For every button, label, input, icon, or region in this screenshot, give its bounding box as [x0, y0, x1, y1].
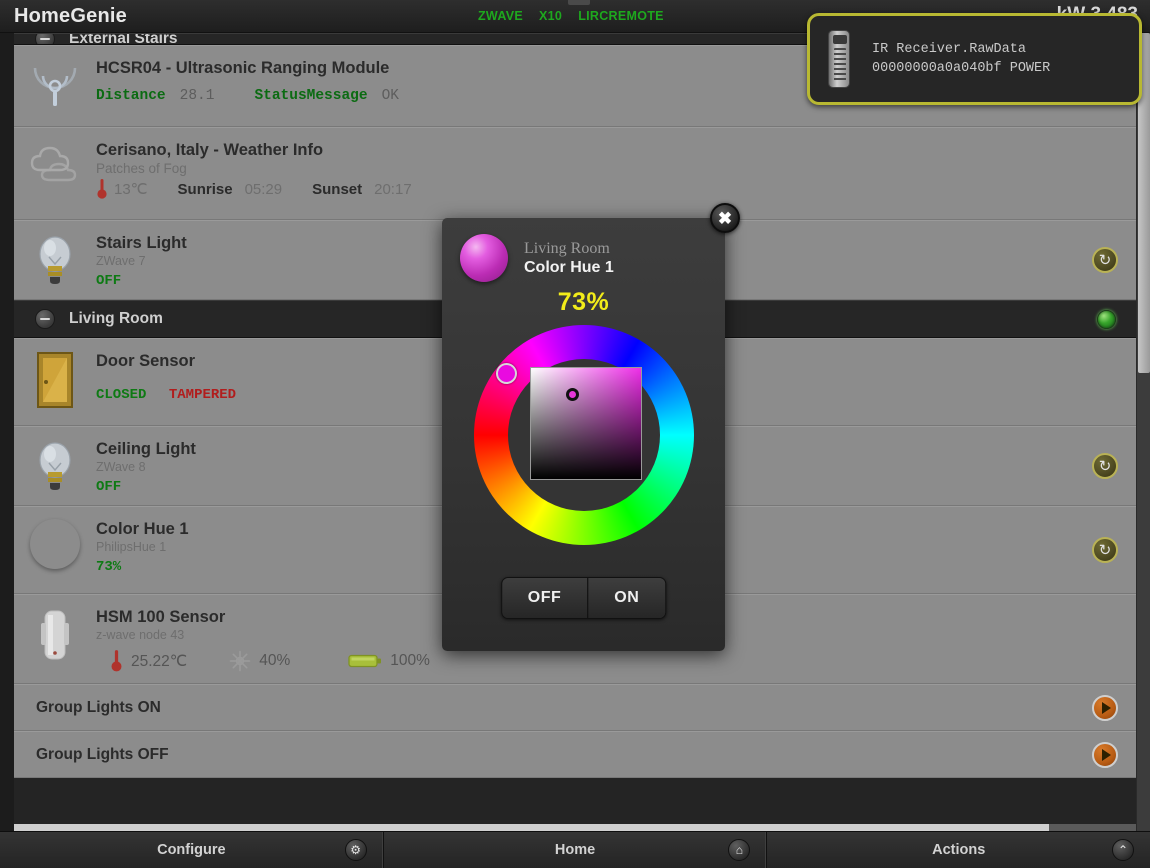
sunrise-label: Sunrise [178, 181, 233, 198]
left-rail [0, 33, 14, 831]
remote-control-icon [828, 30, 850, 88]
sunrise-time: 05:29 [245, 181, 283, 198]
nav-configure[interactable]: Configure ⚙ [0, 832, 384, 868]
bottom-navigation: Configure ⚙ Home ⌂ Actions ⌃ [0, 831, 1150, 868]
module-title: Cerisano, Italy - Weather Info [96, 140, 1136, 160]
scrollbar-thumb-horizontal[interactable] [14, 824, 1049, 831]
collapse-icon[interactable] [35, 309, 55, 329]
collapse-icon[interactable] [35, 33, 55, 45]
hsm-sensor-icon [14, 605, 96, 665]
ir-notification-text: IR Receiver.RawData 00000000a0a040bf POW… [872, 40, 1050, 78]
close-icon[interactable]: ✖ [710, 203, 740, 233]
luminance-metric: 40% [229, 650, 290, 672]
weather-metrics: 13℃ Sunrise 05:29 Sunset 20:17 [96, 178, 1136, 200]
thermometer-icon [110, 649, 123, 673]
refresh-button[interactable]: ↻ [1092, 537, 1118, 563]
door-icon [14, 349, 96, 409]
module-body: Cerisano, Italy - Weather Info Patches o… [96, 138, 1136, 200]
status-value: 73% [96, 559, 121, 575]
sv-cursor[interactable] [566, 388, 579, 401]
nav-label: Actions [932, 842, 985, 858]
color-wheel-picker[interactable] [474, 325, 694, 545]
alarm-value: TAMPERED [169, 387, 236, 403]
ir-line-2: 00000000a0a040bf POWER [872, 59, 1050, 78]
temperature-value: 25.22℃ [131, 652, 187, 671]
tab-nub [568, 0, 590, 5]
sensor-metrics: 25.22℃ [96, 649, 1136, 673]
lightbulb-icon [14, 231, 96, 287]
status-value: OFF [96, 479, 121, 495]
protocol-links: ZWAVE X10 LIRCREMOTE [478, 9, 664, 23]
sunset-label: Sunset [312, 181, 362, 198]
dialog-header: Living Room Color Hue 1 [442, 218, 725, 282]
cloud-icon [14, 138, 96, 186]
status-value: CLOSED [96, 387, 146, 403]
color-bulb-icon [14, 517, 96, 569]
field-key-distance: Distance [96, 88, 166, 104]
chevron-up-icon[interactable]: ⌃ [1112, 839, 1134, 861]
on-button[interactable]: ON [587, 578, 665, 618]
thermometer-icon [96, 178, 108, 200]
off-button[interactable]: OFF [502, 578, 588, 618]
ir-receiver-notification[interactable]: IR Receiver.RawData 00000000a0a040bf POW… [807, 13, 1142, 105]
battery-icon [348, 652, 382, 670]
dialog-room: Living Room [524, 239, 614, 258]
battery-metric: 100% [348, 652, 430, 670]
refresh-button[interactable]: ↻ [1092, 453, 1118, 479]
protocol-link-x10[interactable]: X10 [539, 9, 562, 23]
module-row-weather[interactable]: Cerisano, Italy - Weather Info Patches o… [14, 127, 1136, 220]
sonar-icon [14, 56, 96, 110]
homegenie-app: HomeGenie ZWAVE X10 LIRCREMOTE kW 3.483 … [0, 0, 1150, 868]
color-bulb-icon [460, 234, 508, 282]
hue-cursor[interactable] [496, 363, 517, 384]
group-title: Living Room [69, 310, 163, 328]
power-toggle-group: OFF ON [501, 577, 667, 619]
refresh-button[interactable]: ↻ [1092, 247, 1118, 273]
color-picker-dialog: ✖ Living Room Color Hue 1 73% OFF ON [442, 218, 725, 651]
luminance-value: 40% [259, 652, 290, 670]
dialog-title: Color Hue 1 [524, 258, 614, 278]
run-scenario-button[interactable] [1092, 742, 1118, 768]
home-icon[interactable]: ⌂ [728, 839, 750, 861]
protocol-link-lircremote[interactable]: LIRCREMOTE [578, 9, 664, 23]
nav-label: Home [555, 842, 595, 858]
nav-home[interactable]: Home ⌂ [384, 832, 768, 868]
ir-line-1: IR Receiver.RawData [872, 40, 1050, 59]
scenario-label: Group Lights OFF [36, 746, 169, 764]
group-title: External Stairs [69, 33, 178, 45]
vertical-scrollbar[interactable] [1136, 33, 1150, 831]
run-scenario-button[interactable] [1092, 695, 1118, 721]
nav-actions[interactable]: Actions ⌃ [767, 832, 1150, 868]
group-status-led [1097, 310, 1116, 329]
scenario-row-group-lights-on[interactable]: Group Lights ON [14, 684, 1136, 731]
brightness-icon [229, 650, 251, 672]
brightness-level: 73% [442, 288, 725, 317]
weather-temperature: 13℃ [114, 180, 148, 198]
weather-condition: Patches of Fog [96, 160, 1136, 177]
scenario-row-group-lights-off[interactable]: Group Lights OFF [14, 731, 1136, 778]
temperature-metric: 25.22℃ [110, 649, 187, 673]
lightbulb-icon [14, 437, 96, 493]
dialog-titles: Living Room Color Hue 1 [524, 239, 614, 278]
sunset-time: 20:17 [374, 181, 412, 198]
status-value: OFF [96, 273, 121, 289]
protocol-link-zwave[interactable]: ZWAVE [478, 9, 523, 23]
field-key-statusmessage: StatusMessage [254, 88, 367, 104]
field-value-statusmessage: OK [382, 88, 399, 104]
gear-icon[interactable]: ⚙ [345, 839, 367, 861]
app-title: HomeGenie [14, 5, 127, 28]
saturation-value-square[interactable] [530, 367, 642, 480]
horizontal-scrollbar[interactable] [14, 824, 1136, 831]
field-value-distance: 28.1 [180, 88, 215, 104]
nav-label: Configure [157, 842, 225, 858]
battery-value: 100% [390, 652, 430, 670]
scenario-label: Group Lights ON [36, 699, 161, 717]
